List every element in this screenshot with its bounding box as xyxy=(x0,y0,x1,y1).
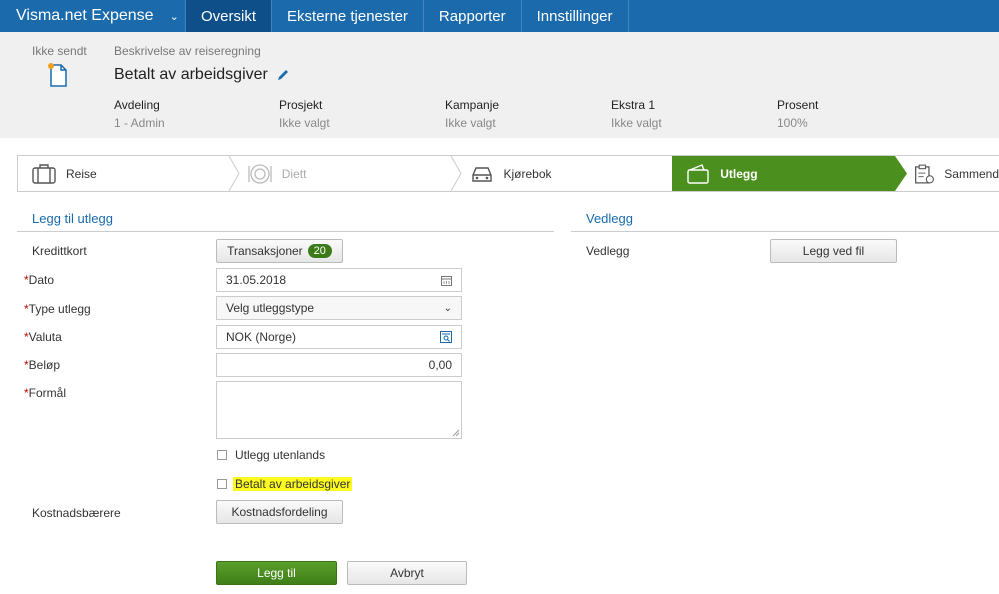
status-label: Ikke sendt xyxy=(32,44,87,58)
clipboard-icon xyxy=(915,164,934,183)
vedlegg-label: Vedlegg xyxy=(586,244,630,258)
type-utlegg-label-text: Type utlegg xyxy=(28,302,91,316)
plate-icon xyxy=(248,163,272,184)
field-key: Avdeling xyxy=(114,98,160,112)
step-utlegg[interactable]: Utlegg xyxy=(672,156,907,191)
wallet-icon xyxy=(687,163,709,184)
step-label: Kjørebok xyxy=(503,166,552,181)
section-divider xyxy=(17,231,554,232)
step-label: Sammend xyxy=(944,166,999,181)
step-diett[interactable]: Diett xyxy=(234,156,462,191)
step-label: Diett xyxy=(281,166,307,181)
kredittkort-label: Kredittkort xyxy=(32,244,87,258)
step-label: Reise xyxy=(66,166,97,181)
report-title-text: Betalt av arbeidsgiver xyxy=(114,66,268,83)
belop-field[interactable]: 0,00 xyxy=(216,353,462,377)
tab-oversikt[interactable]: Oversikt xyxy=(186,0,273,32)
step-kjorebok[interactable]: Kjørebok xyxy=(456,156,673,191)
field-kampanje: Kampanje Ikke valgt xyxy=(445,98,499,130)
formal-label-text: Formål xyxy=(28,386,67,400)
kostnadsfordeling-button[interactable]: Kostnadsfordeling xyxy=(216,500,343,524)
formal-textarea[interactable] xyxy=(216,381,462,439)
field-key: Ekstra 1 xyxy=(611,98,656,112)
dato-label-text: Dato xyxy=(28,273,55,287)
utlegg-utenlands-checkbox[interactable] xyxy=(217,450,227,460)
field-key: Prosjekt xyxy=(279,98,323,112)
suitcase-icon xyxy=(32,163,56,184)
type-utlegg-value: Velg utleggstype xyxy=(226,301,315,315)
tab-rapporter[interactable]: Rapporter xyxy=(424,0,522,32)
avbryt-button[interactable]: Avbryt xyxy=(347,561,467,585)
field-value: Ikke valgt xyxy=(445,116,496,130)
resize-handle-icon[interactable] xyxy=(452,429,460,437)
report-title: Betalt av arbeidsgiver xyxy=(114,66,290,84)
belop-value: 0,00 xyxy=(428,358,452,372)
step-label: Utlegg xyxy=(720,166,758,181)
type-utlegg-select[interactable]: Velg utleggstype ⌄ xyxy=(216,296,462,320)
description-label: Beskrivelse av reiseregning xyxy=(114,44,261,58)
field-ekstra-1: Ekstra 1 Ikke valgt xyxy=(611,98,662,130)
field-value: 1 - Admin xyxy=(114,116,165,130)
dato-value: 31.05.2018 xyxy=(226,273,287,287)
app-menu[interactable]: Visma.net Expense ⌄ xyxy=(0,0,186,32)
wizard-steps: Reise Diett Kjørebok Utlegg Sammend xyxy=(17,155,999,192)
transaksjoner-label: Transaksjoner xyxy=(227,244,303,258)
valuta-value: NOK (Norge) xyxy=(226,330,297,344)
dato-field[interactable]: 31.05.2018 xyxy=(216,268,462,292)
transaction-count-badge: 20 xyxy=(307,244,332,258)
step-reise[interactable]: Reise xyxy=(18,156,240,191)
calendar-icon[interactable] xyxy=(441,275,452,286)
top-navigation: Visma.net Expense ⌄ Oversikt Eksterne tj… xyxy=(0,0,999,32)
chevron-down-icon: ⌄ xyxy=(169,10,179,23)
field-key: Kampanje xyxy=(445,98,500,112)
belop-label-text: Beløp xyxy=(28,358,61,372)
step-sammendrag[interactable]: Sammend xyxy=(895,156,999,191)
legg-ved-fil-button[interactable]: Legg ved fil xyxy=(770,239,897,263)
betalt-av-arbeidsgiver-label: Betalt av arbeidsgiver xyxy=(233,477,353,491)
valuta-label: *Valuta xyxy=(24,330,62,344)
dato-label: *Dato xyxy=(24,273,54,287)
field-prosjekt: Prosjekt Ikke valgt xyxy=(279,98,330,130)
utlegg-utenlands-label: Utlegg utenlands xyxy=(235,448,326,462)
belop-label: *Beløp xyxy=(24,358,60,372)
field-avdeling: Avdeling 1 - Admin xyxy=(114,98,165,130)
new-document-icon xyxy=(48,63,67,87)
tab-innstillinger[interactable]: Innstillinger xyxy=(522,0,629,32)
edit-pencil-icon[interactable] xyxy=(276,68,290,82)
legg-til-button[interactable]: Legg til xyxy=(216,561,337,585)
report-header: Ikke sendt Beskrivelse av reiseregning B… xyxy=(0,32,999,138)
formal-label: *Formål xyxy=(24,386,66,400)
chevron-down-icon: ⌄ xyxy=(443,302,452,314)
transaksjoner-button[interactable]: Transaksjoner 20 xyxy=(216,239,343,263)
tab-eksterne-tjenester[interactable]: Eksterne tjenester xyxy=(272,0,424,32)
section-divider xyxy=(571,231,999,232)
field-value: Ikke valgt xyxy=(279,116,330,130)
highlighted-text: Betalt av arbeidsgiver xyxy=(233,477,353,491)
lookup-icon[interactable] xyxy=(440,331,452,343)
betalt-av-arbeidsgiver-checkbox[interactable] xyxy=(217,479,227,489)
field-key: Prosent xyxy=(777,98,819,112)
kostnadsbaerere-label: Kostnadsbærere xyxy=(32,506,121,520)
field-value: 100% xyxy=(777,116,808,130)
section-title-legg-til-utlegg: Legg til utlegg xyxy=(32,211,113,226)
field-value: Ikke valgt xyxy=(611,116,662,130)
section-title-vedlegg: Vedlegg xyxy=(586,211,633,226)
valuta-field[interactable]: NOK (Norge) xyxy=(216,325,462,349)
car-icon xyxy=(471,166,492,182)
app-title: Visma.net Expense xyxy=(16,7,154,24)
type-utlegg-label: *Type utlegg xyxy=(24,302,91,316)
valuta-label-text: Valuta xyxy=(28,330,62,344)
field-prosent: Prosent 100% xyxy=(777,98,818,130)
